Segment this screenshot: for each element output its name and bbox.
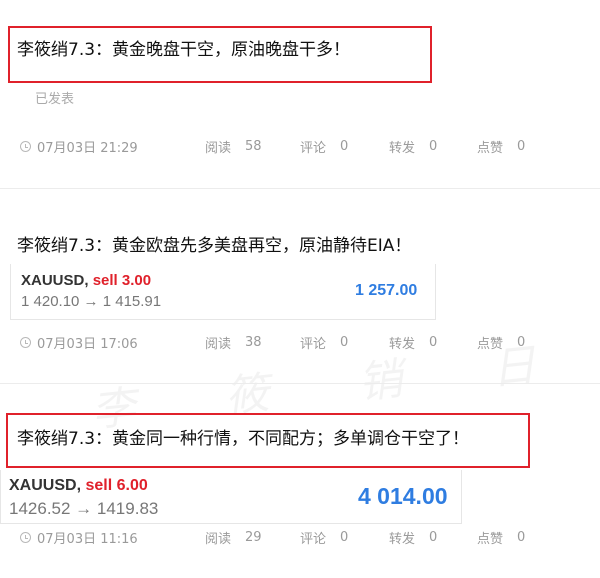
like-count: 0 <box>517 335 526 350</box>
post-title[interactable]: 李筱绡7.3：黄金欧盘先多美盘再空，原油静待EIA！ <box>17 234 411 258</box>
like-count: 0 <box>517 139 526 154</box>
clock-icon <box>20 532 31 543</box>
comment-label[interactable]: 评论 <box>300 528 326 547</box>
trade-symbol: XAUUSD, <box>9 477 82 494</box>
trade-price-range: 1426.52 → 1419.83 <box>9 499 159 518</box>
forward-label[interactable]: 转发 <box>389 137 415 156</box>
like-label[interactable]: 点赞 <box>477 333 503 352</box>
trade-quote-card: XAUUSD, sell 3.00 1 420.10 → 1 415.91 1 … <box>10 264 436 320</box>
comment-label[interactable]: 评论 <box>300 333 326 352</box>
read-label: 阅读 <box>205 337 232 352</box>
read-count: 29 <box>245 530 262 545</box>
post-divider <box>0 188 600 189</box>
like-label[interactable]: 点赞 <box>477 528 503 547</box>
read-label: 阅读 <box>205 532 232 547</box>
like-label[interactable]: 点赞 <box>477 137 503 156</box>
trade-action: sell 3.00 <box>92 272 152 289</box>
trade-quote-card: XAUUSD, sell 6.00 1426.52 → 1419.83 4 01… <box>0 470 462 524</box>
post-time: 07月03日 11:16 <box>37 532 138 547</box>
trade-action: sell 6.00 <box>85 477 148 494</box>
post-meta: 07月03日 11:16 阅读 29 评论 0 转发 0 点赞 0 <box>20 528 525 547</box>
comment-count: 0 <box>340 335 349 350</box>
like-count: 0 <box>517 530 526 545</box>
clock-icon <box>20 141 31 152</box>
comment-count: 0 <box>340 530 349 545</box>
post-meta: 07月03日 21:29 阅读 58 评论 0 转发 0 点赞 0 <box>20 137 525 156</box>
trade-price-range: 1 420.10 → 1 415.91 <box>21 293 162 310</box>
forward-count: 0 <box>429 139 438 154</box>
post-meta: 07月03日 17:06 阅读 38 评论 0 转发 0 点赞 0 <box>20 333 525 352</box>
trade-profit: 4 014.00 <box>358 483 448 509</box>
trade-symbol-line: XAUUSD, sell 3.00 <box>21 272 151 289</box>
forward-label[interactable]: 转发 <box>389 528 415 547</box>
post-title[interactable]: 李筱绡7.3：黄金同一种行情，不同配方；多单调仓干空了！ <box>17 427 469 451</box>
trade-symbol: XAUUSD, <box>21 272 89 289</box>
status-label: 已发表 <box>35 92 75 107</box>
read-count: 58 <box>245 139 262 154</box>
forward-count: 0 <box>429 530 438 545</box>
comment-count: 0 <box>340 139 349 154</box>
forward-count: 0 <box>429 335 438 350</box>
read-count: 38 <box>245 335 262 350</box>
comment-label[interactable]: 评论 <box>300 137 326 156</box>
post-divider <box>0 383 600 384</box>
read-label: 阅读 <box>205 141 232 156</box>
post-time: 07月03日 21:29 <box>37 141 138 156</box>
post-title[interactable]: 李筱绡7.3：黄金晚盘干空，原油晚盘干多！ <box>17 38 350 62</box>
clock-icon <box>20 337 31 348</box>
forward-label[interactable]: 转发 <box>389 333 415 352</box>
trade-profit: 1 257.00 <box>355 282 418 299</box>
trade-symbol-line: XAUUSD, sell 6.00 <box>9 477 148 495</box>
post-time: 07月03日 17:06 <box>37 337 138 352</box>
